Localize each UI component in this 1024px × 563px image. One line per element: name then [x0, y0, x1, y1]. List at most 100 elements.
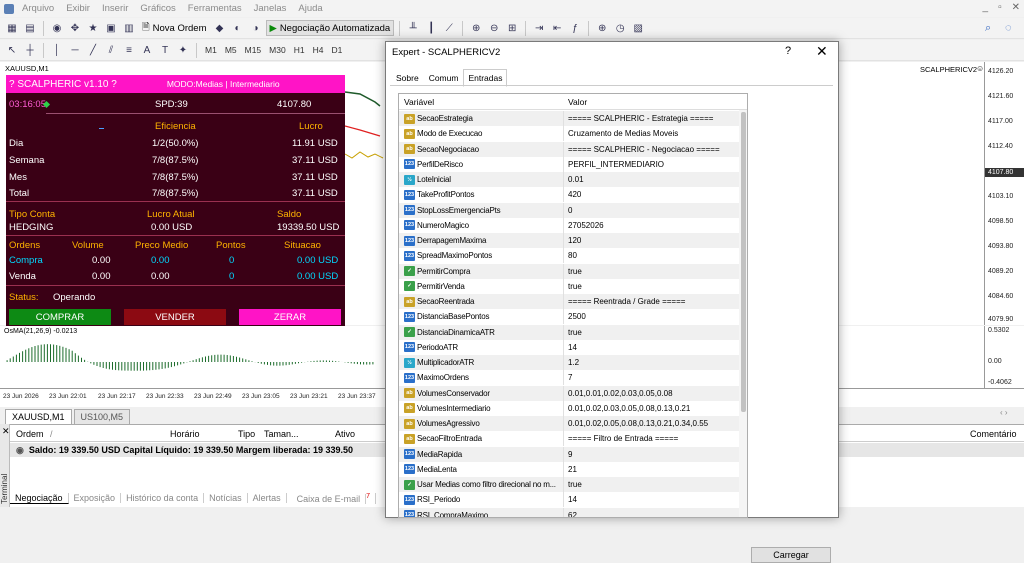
market-watch-icon[interactable]: ◉ — [49, 20, 65, 36]
tab-xauusd-m1[interactable]: XAUUSD,M1 — [5, 409, 72, 424]
tab-historico[interactable]: Histórico da conta — [121, 493, 205, 503]
tf-m30[interactable]: M30 — [266, 45, 289, 55]
close-window-icon[interactable]: ✕ — [1012, 2, 1020, 13]
param-value[interactable]: ===== Reentrada / Grade ===== — [568, 297, 738, 306]
input-row[interactable]: 123 RSI_Periodo 14 — [399, 492, 739, 508]
param-value[interactable]: 120 — [568, 236, 738, 245]
param-value[interactable]: ===== SCALPHERIC - Negociacao ===== — [568, 145, 738, 154]
new-chart-icon[interactable]: ▦ — [4, 20, 20, 36]
input-row[interactable]: ✓ PermitirCompra true — [399, 263, 739, 279]
horizontal-line-icon[interactable]: ─ — [67, 42, 83, 58]
tf-m15[interactable]: M15 — [242, 45, 265, 55]
nova-ordem-button[interactable]: 🗎 Nova Ordem — [139, 20, 210, 36]
bar-chart-icon[interactable]: ╨ — [405, 20, 421, 36]
trendline-icon[interactable]: ╱ — [85, 42, 101, 58]
strategy-tester-icon[interactable]: ▥ — [121, 20, 137, 36]
templates-icon[interactable]: ▧ — [630, 20, 646, 36]
chat-icon[interactable]: ◌ — [1005, 22, 1012, 34]
vertical-line-icon[interactable]: │ — [49, 42, 65, 58]
param-value[interactable]: 0.01,0.02,0.03,0.05,0.08,0.13,0.21 — [568, 404, 738, 413]
zerar-button[interactable]: ZERAR — [239, 309, 341, 325]
fibonacci-icon[interactable]: ≡ — [121, 42, 137, 58]
shapes-icon[interactable]: ✦ — [175, 42, 191, 58]
param-value[interactable]: 21 — [568, 465, 738, 474]
help-icon[interactable]: ? — [785, 45, 791, 57]
channel-icon[interactable]: ⫽ — [103, 42, 119, 58]
tf-m1[interactable]: M1 — [202, 45, 220, 55]
input-row[interactable]: 123 PerfilDeRisco PERFIL_INTERMEDIARIO — [399, 156, 739, 172]
param-value[interactable]: 14 — [568, 343, 738, 352]
signals-icon[interactable]: ◐ — [230, 20, 246, 36]
menu-arquivo[interactable]: Arquivo — [16, 3, 60, 14]
tab-exposicao[interactable]: Exposição — [69, 493, 122, 503]
add-indicator-icon[interactable]: ⊕ — [594, 20, 610, 36]
comprar-button[interactable]: COMPRAR — [9, 309, 111, 325]
col-variavel[interactable]: Variável — [404, 97, 434, 107]
input-row[interactable]: 123 TakeProfitPontos 420 — [399, 187, 739, 203]
param-value[interactable]: true — [568, 328, 738, 337]
navigator-icon[interactable]: ✥ — [67, 20, 83, 36]
param-value[interactable]: true — [568, 267, 738, 276]
input-row[interactable]: 123 StopLossEmergenciaPts 0 — [399, 202, 739, 218]
favorites-icon[interactable]: ★ — [85, 20, 101, 36]
param-value[interactable]: Cruzamento de Medias Moveis — [568, 129, 738, 138]
scroll-thumb[interactable] — [741, 112, 746, 412]
autoscroll-icon[interactable]: ⇥ — [531, 20, 547, 36]
param-value[interactable]: 2500 — [568, 312, 738, 321]
tab-scroll-icon[interactable]: ‹ › — [1000, 408, 1008, 417]
param-value[interactable]: 0.01 — [568, 175, 738, 184]
label-icon[interactable]: T — [157, 42, 173, 58]
data-window-icon[interactable]: ▣ — [103, 20, 119, 36]
input-row[interactable]: 123 RSI_CompraMaximo 62 — [399, 507, 739, 518]
input-row[interactable]: ab SecaoReentrada ===== Reentrada / Grade … — [399, 294, 739, 309]
input-row[interactable]: ab VolumesIntermediario 0.01,0.02,0.03,0.0… — [399, 400, 739, 416]
col-ativo[interactable]: Ativo — [335, 429, 355, 439]
indicators-icon[interactable]: ƒ — [567, 20, 583, 36]
param-value[interactable]: PERFIL_INTERMEDIARIO — [568, 160, 738, 169]
menu-graficos[interactable]: Gráficos — [134, 3, 181, 14]
cursor-icon[interactable]: ↖ — [4, 42, 20, 58]
param-value[interactable]: 7 — [568, 373, 738, 382]
input-row[interactable]: ✓ Usar Medias como filtro direcional no m… — [399, 477, 739, 492]
tf-m5[interactable]: M5 — [222, 45, 240, 55]
input-row[interactable]: 123 DerrapagemMaxima 120 — [399, 233, 739, 248]
input-row[interactable]: ½ MultiplicadorATR 1.2 — [399, 355, 739, 370]
param-value[interactable]: 0 — [568, 206, 738, 215]
col-ordem[interactable]: Ordem — [16, 429, 44, 439]
col-valor[interactable]: Valor — [568, 97, 587, 107]
menu-exibir[interactable]: Exibir — [60, 3, 96, 14]
tile-windows-icon[interactable]: ⊞ — [504, 20, 520, 36]
crosshair-icon[interactable]: ┼ — [22, 42, 38, 58]
dialog-close-icon[interactable]: ✕ — [816, 43, 828, 60]
input-row[interactable]: 123 MediaLenta 21 — [399, 461, 739, 477]
col-tamanho[interactable]: Taman... — [264, 429, 299, 439]
tab-negociacao[interactable]: Negociação — [10, 492, 69, 504]
input-row[interactable]: ab SecaoEstrategia ===== SCALPHERIC - Estr… — [399, 111, 739, 126]
param-value[interactable]: 420 — [568, 190, 738, 199]
profiles-icon[interactable]: ▤ — [22, 20, 38, 36]
menu-ajuda[interactable]: Ajuda — [292, 3, 328, 14]
periods-icon[interactable]: ◷ — [612, 20, 628, 36]
menu-ferramentas[interactable]: Ferramentas — [182, 3, 248, 14]
param-value[interactable]: 80 — [568, 251, 738, 260]
menu-inserir[interactable]: Inserir — [96, 3, 134, 14]
input-row[interactable]: 123 MediaRapida 9 — [399, 446, 739, 462]
param-value[interactable]: 0.01,0.02,0.05,0.08,0.13,0.21,0.34,0.55 — [568, 419, 738, 428]
restore-icon[interactable]: ▫ — [998, 2, 1002, 13]
input-row[interactable]: 123 DistanciaBasePontos 2500 — [399, 309, 739, 325]
input-row[interactable]: ab SecaoNegociacao ===== SCALPHERIC - Nego… — [399, 141, 739, 157]
col-comentario[interactable]: Comentário — [970, 429, 1017, 439]
param-value[interactable]: 9 — [568, 450, 738, 459]
search-icon[interactable]: ⌕ — [985, 22, 991, 35]
metaeditor-icon[interactable]: ◆ — [212, 20, 228, 36]
param-value[interactable]: ===== SCALPHERIC - Estrategia ===== — [568, 114, 738, 123]
menu-janelas[interactable]: Janelas — [248, 3, 293, 14]
input-row[interactable]: 123 SpreadMaximoPontos 80 — [399, 248, 739, 264]
tab-caixa-email[interactable]: Caixa de E-mail 7 — [287, 492, 377, 504]
param-value[interactable]: 62 — [568, 511, 738, 518]
input-row[interactable]: ab SecaoFiltroEntrada ===== Filtro de Entr… — [399, 431, 739, 447]
terminal-close-icon[interactable]: ✕ — [2, 426, 10, 437]
tab-us100-m5[interactable]: US100,M5 — [73, 409, 131, 424]
param-value[interactable]: true — [568, 480, 738, 489]
vender-button[interactable]: VENDER — [124, 309, 226, 325]
